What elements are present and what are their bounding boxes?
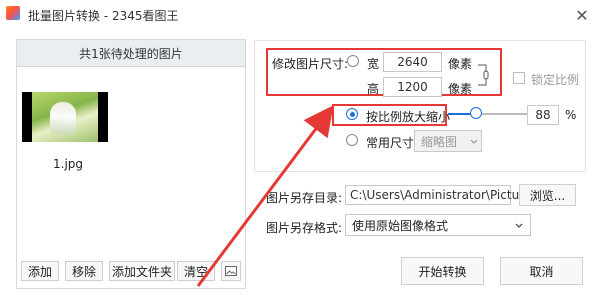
annotation-arrow (196, 105, 334, 287)
